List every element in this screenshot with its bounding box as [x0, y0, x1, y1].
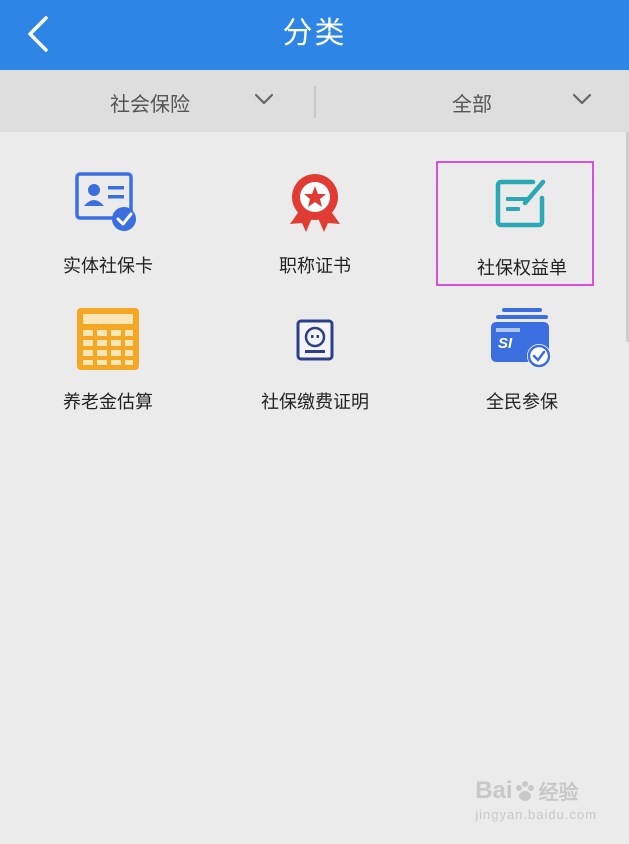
tile-label: 养老金估算 [63, 392, 153, 413]
calculator-icon [73, 304, 143, 374]
chevron-down-icon [572, 93, 592, 105]
chevron-down-icon [254, 93, 274, 105]
si-card-check-icon: SI [487, 304, 557, 374]
tile-social-security-rights-statement[interactable]: 社保权益单 [432, 168, 612, 288]
award-ribbon-icon [280, 168, 350, 238]
top-app-bar: 分类 [0, 0, 629, 70]
tile-label: 全民参保 [486, 392, 558, 413]
watermark-brand: Bai [475, 776, 513, 804]
page-title: 分类 [282, 16, 347, 51]
watermark-url: jingyan.baidu.com [475, 807, 597, 822]
category-dropdown-label: 社会保险 [110, 92, 190, 116]
scope-dropdown[interactable]: 全部 [316, 70, 629, 132]
tile-physical-social-security-card[interactable]: 实体社保卡 [18, 168, 198, 288]
tile-contribution-certificate[interactable]: 社保缴费证明 [225, 304, 405, 424]
tile-universal-insurance-enrollment[interactable]: SI 全民参保 [432, 304, 612, 424]
tile-label: 实体社保卡 [63, 256, 153, 277]
watermark: Bai 经验 jingyan.baidu.com [475, 776, 597, 823]
svg-text:SI: SI [498, 335, 513, 352]
tile-label: 职称证书 [279, 256, 351, 277]
paw-icon [515, 780, 534, 801]
filter-divider [314, 86, 316, 118]
edit-document-icon [487, 168, 557, 238]
watermark-suffix: 经验 [538, 782, 579, 804]
certificate-icon [280, 304, 350, 374]
tile-professional-title-certificate[interactable]: 职称证书 [225, 168, 405, 288]
tile-label: 社保权益单 [477, 258, 567, 279]
scope-dropdown-label: 全部 [452, 92, 492, 116]
category-dropdown[interactable]: 社会保险 [0, 70, 314, 132]
tile-pension-estimate[interactable]: 养老金估算 [18, 304, 198, 424]
id-card-check-icon [73, 168, 143, 238]
tile-label: 社保缴费证明 [261, 392, 369, 413]
watermark-logo: Bai 经验 [475, 776, 597, 805]
